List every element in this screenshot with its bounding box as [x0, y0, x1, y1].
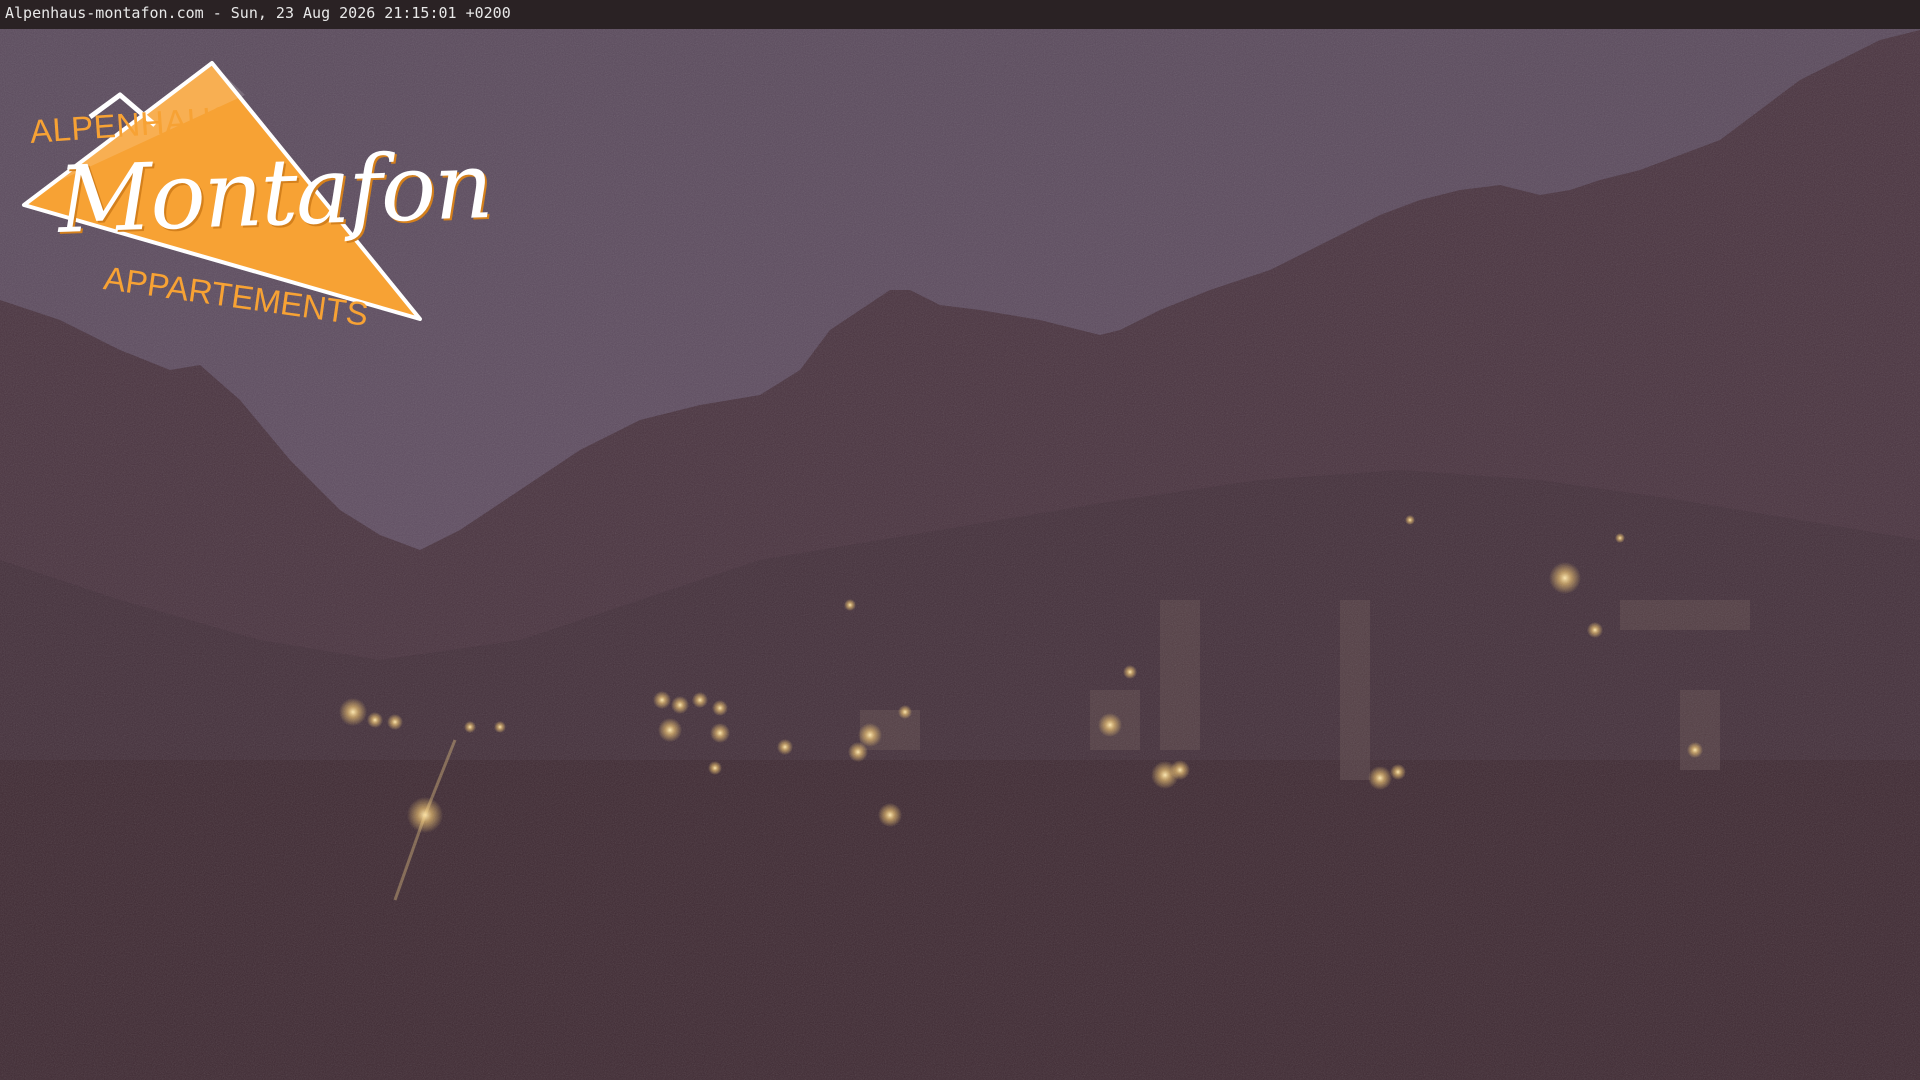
alpenhaus-montafon-logo: ALPENHAUS Montafon APPARTEMENTS [20, 55, 493, 345]
webcam-timestamp-bar: Alpenhaus-montafon.com - Sun, 23 Aug 202… [0, 0, 1920, 29]
timestamp-text: Alpenhaus-montafon.com - Sun, 23 Aug 202… [5, 4, 511, 22]
logo-line-main: Montafon [56, 131, 493, 254]
